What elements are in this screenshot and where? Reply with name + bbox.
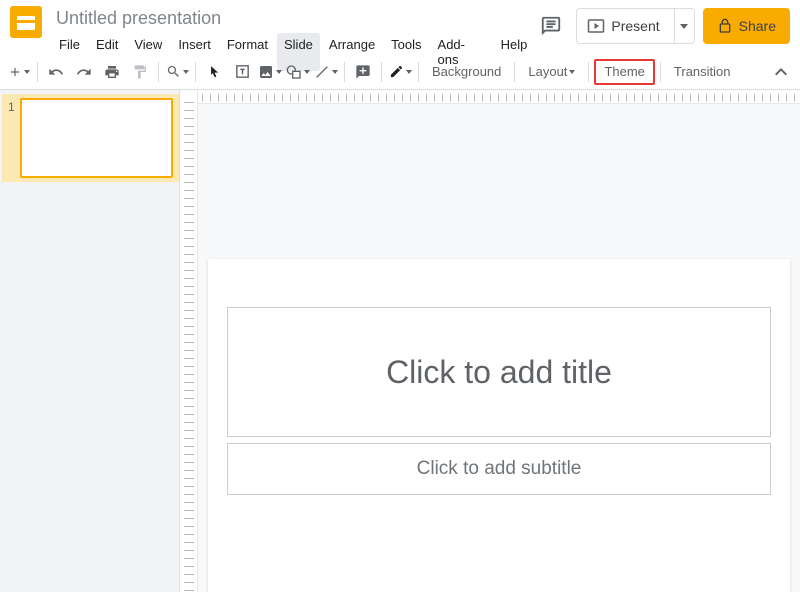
redo-icon [76, 64, 92, 80]
comment-icon [540, 15, 562, 37]
zoom-icon [166, 64, 181, 79]
layout-button[interactable]: Layout [520, 59, 583, 85]
background-button[interactable]: Background [424, 59, 509, 85]
horizontal-ruler[interactable] [198, 90, 800, 104]
present-label: Present [611, 18, 659, 34]
present-button[interactable]: Present [577, 9, 673, 43]
plus-icon [8, 65, 22, 79]
pen-tool[interactable] [387, 59, 413, 85]
chevron-down-icon [680, 24, 688, 29]
toolbar-separator [344, 62, 345, 82]
toolbar-separator [514, 62, 515, 82]
undo-icon [48, 64, 64, 80]
share-button[interactable]: Share [703, 8, 790, 44]
textbox-icon [234, 63, 251, 80]
slides-logo[interactable] [10, 6, 42, 38]
toolbar-separator [195, 62, 196, 82]
toolbar-separator [418, 62, 419, 82]
new-slide-button[interactable] [6, 59, 32, 85]
textbox-tool[interactable] [229, 59, 255, 85]
present-dropdown[interactable] [674, 9, 694, 43]
shape-icon [286, 64, 302, 80]
title-placeholder[interactable]: Click to add title [227, 307, 771, 437]
add-comment-icon [355, 64, 371, 80]
line-icon [314, 64, 330, 80]
toolbar-separator [37, 62, 38, 82]
toolbar-separator [588, 62, 589, 82]
slide-canvas[interactable]: Click to add title Click to add subtitle [198, 104, 800, 592]
subtitle-placeholder[interactable]: Click to add subtitle [227, 443, 771, 495]
paint-roller-icon [132, 64, 148, 80]
cursor-icon [207, 65, 221, 79]
select-tool[interactable] [201, 59, 227, 85]
slide-number: 1 [8, 98, 20, 178]
toolbar-separator [381, 62, 382, 82]
theme-button[interactable]: Theme [594, 59, 654, 85]
comment-tool[interactable] [350, 59, 376, 85]
line-tool[interactable] [313, 59, 339, 85]
toolbar-separator [158, 62, 159, 82]
collapse-toolbar-button[interactable] [768, 59, 794, 85]
redo-button[interactable] [71, 59, 97, 85]
paint-format-button[interactable] [127, 59, 153, 85]
zoom-button[interactable] [164, 59, 190, 85]
vertical-ruler[interactable] [180, 90, 198, 592]
slide[interactable]: Click to add title Click to add subtitle [208, 259, 790, 592]
transition-button[interactable]: Transition [666, 59, 739, 85]
pen-icon [389, 64, 404, 79]
shape-tool[interactable] [285, 59, 311, 85]
present-button-group: Present [576, 8, 694, 44]
chevron-up-icon [775, 68, 787, 76]
share-label: Share [739, 18, 776, 34]
lock-icon [717, 18, 733, 34]
undo-button[interactable] [43, 59, 69, 85]
print-icon [104, 64, 120, 80]
toolbar: Background Layout Theme Transition [0, 54, 800, 90]
present-icon [587, 17, 605, 35]
slide-thumbnail-1[interactable]: 1 [2, 94, 179, 182]
layout-label: Layout [528, 64, 567, 79]
print-button[interactable] [99, 59, 125, 85]
image-icon [258, 64, 274, 80]
slide-thumbnail[interactable] [20, 98, 173, 178]
toolbar-separator [660, 62, 661, 82]
image-tool[interactable] [257, 59, 283, 85]
document-title[interactable]: Untitled presentation [52, 6, 534, 31]
slide-panel[interactable]: 1 [0, 90, 180, 592]
comments-button[interactable] [534, 9, 568, 43]
